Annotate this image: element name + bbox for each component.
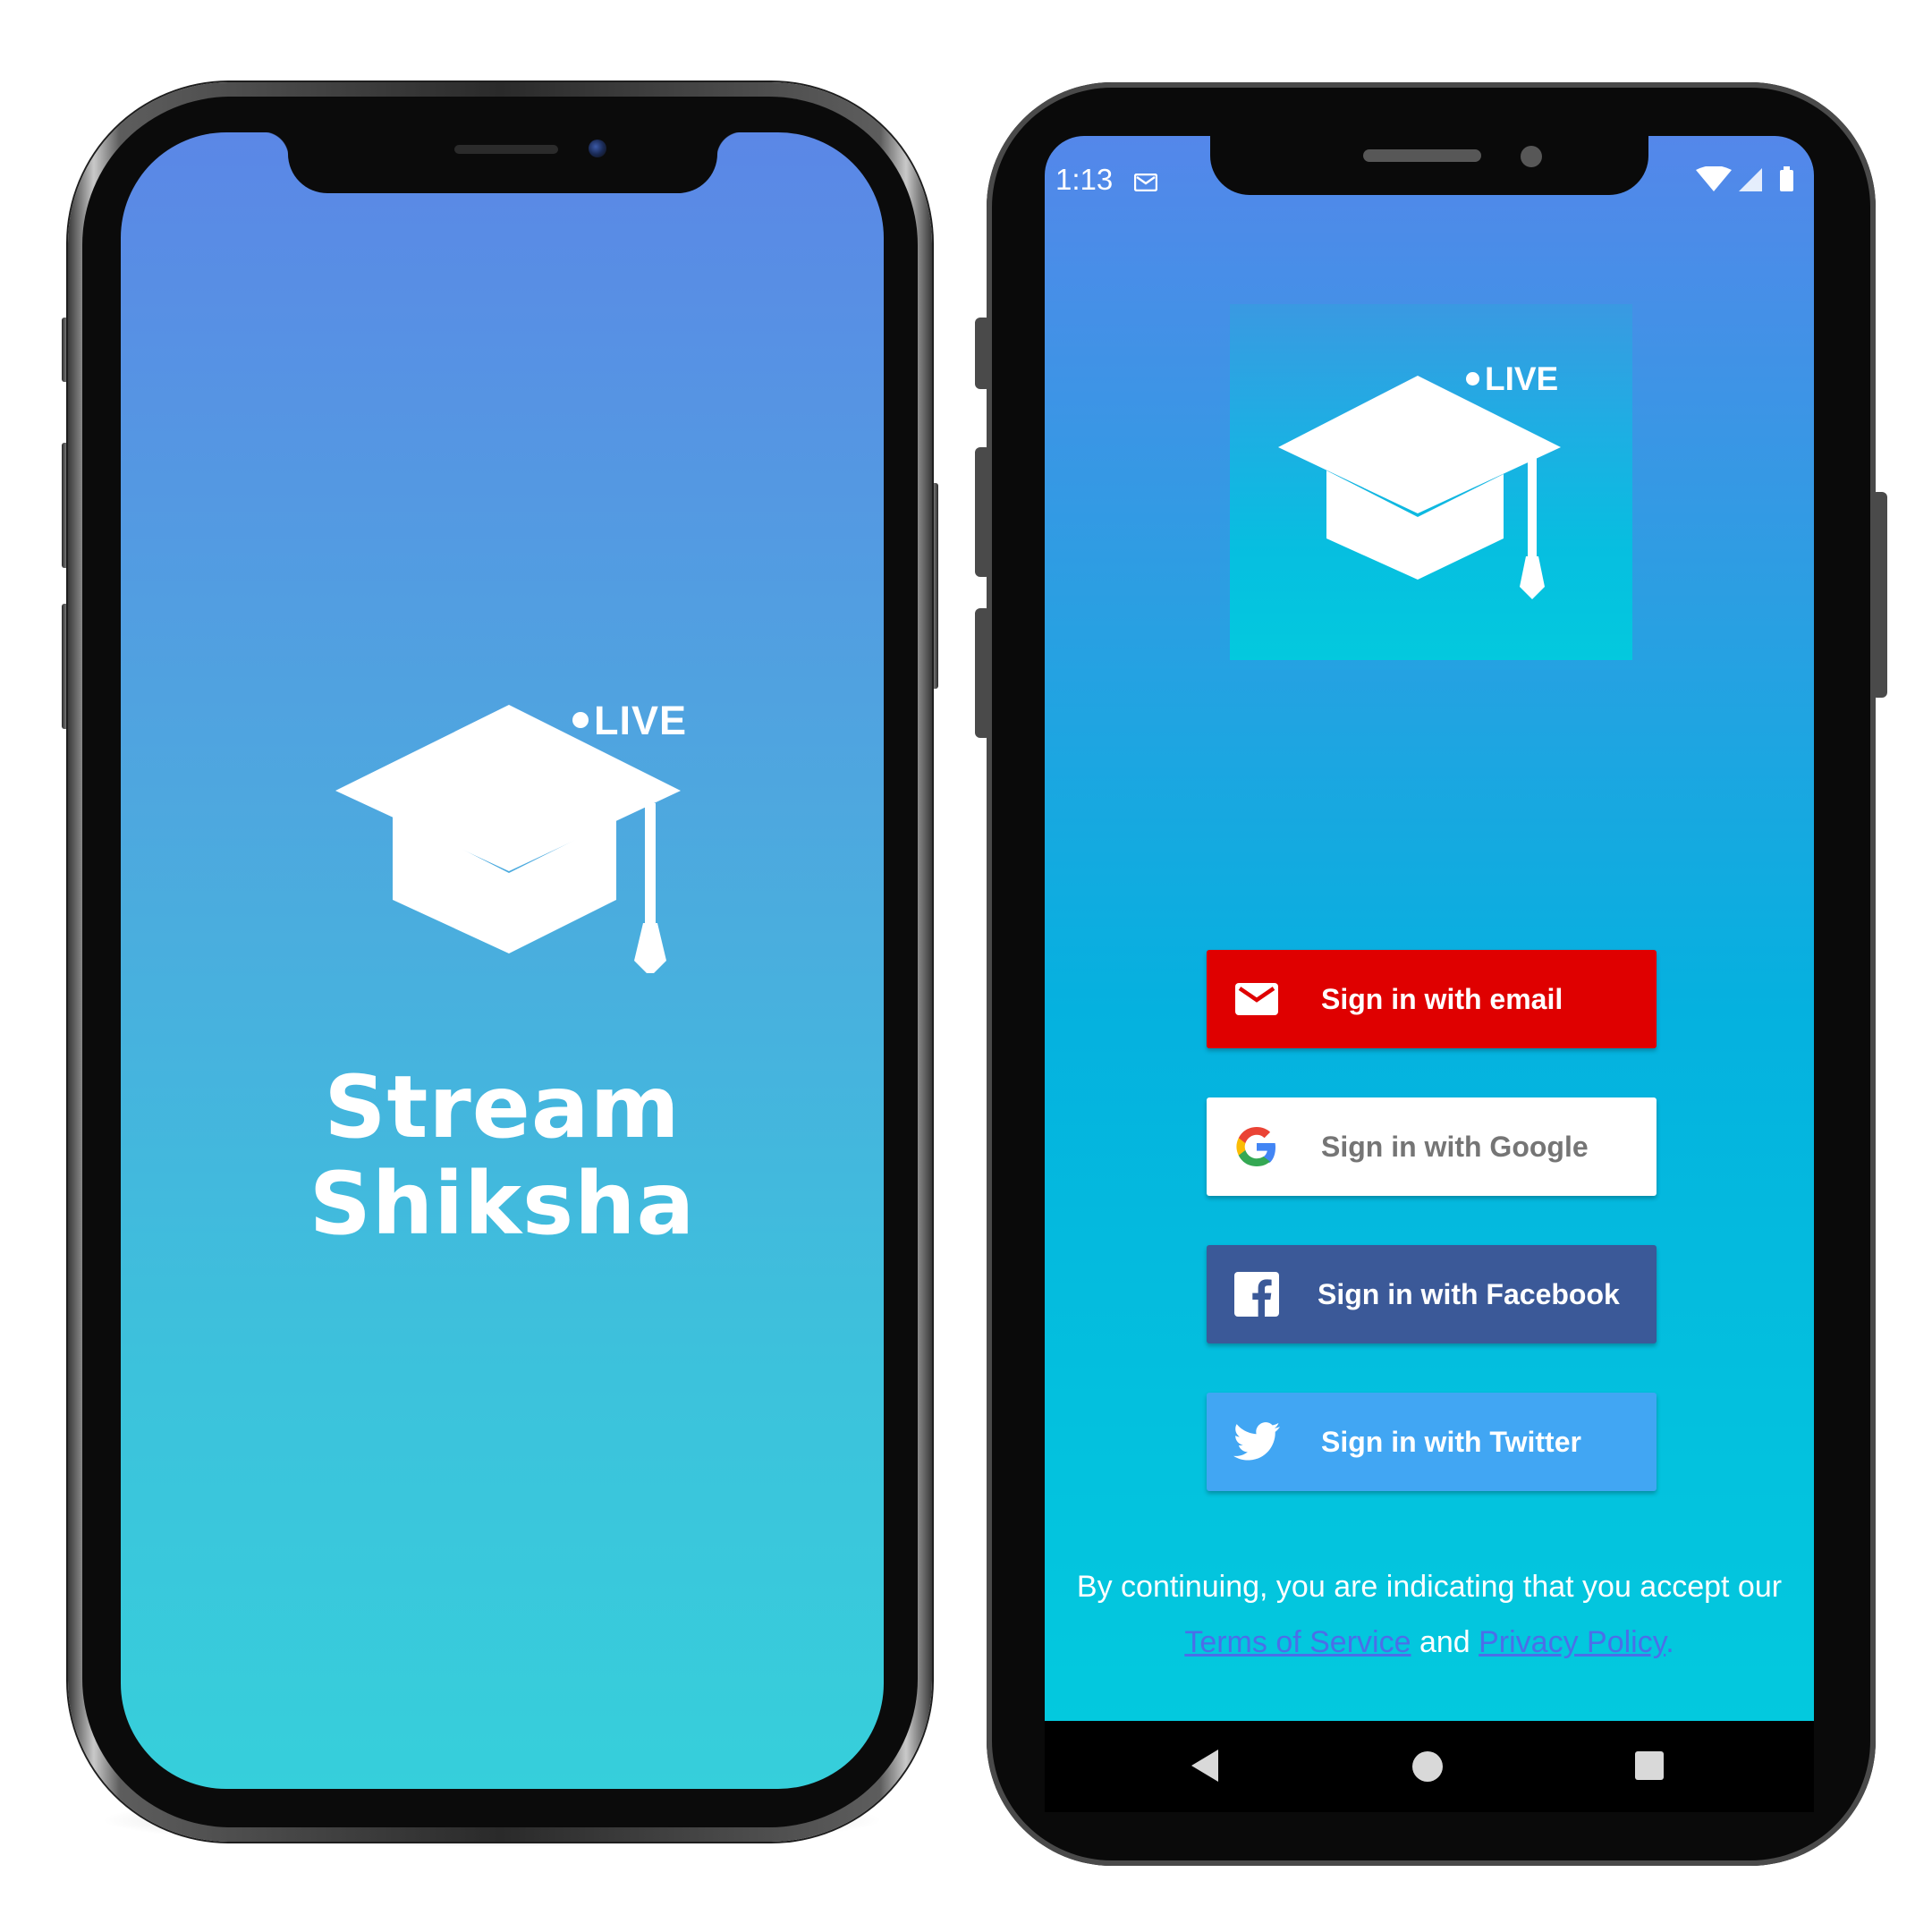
app-title-line2: Shiksha bbox=[309, 1154, 696, 1254]
app-logo: LIVE bbox=[1230, 304, 1632, 660]
android-notch bbox=[1210, 136, 1648, 195]
speaker-grille bbox=[1363, 149, 1481, 162]
mail-icon bbox=[1233, 976, 1280, 1022]
terms-notice: By continuing, you are indicating that y… bbox=[1045, 1559, 1814, 1670]
status-icons bbox=[1696, 166, 1793, 191]
graduation-cap-icon bbox=[335, 705, 681, 973]
terms-links-line: Terms of Service and Privacy Policy. bbox=[1045, 1614, 1814, 1670]
back-icon[interactable] bbox=[1191, 1750, 1218, 1782]
navigation-bar bbox=[1045, 1721, 1814, 1812]
live-dot bbox=[572, 712, 589, 729]
signin-email-label: Sign in with email bbox=[1321, 982, 1563, 1015]
recents-icon[interactable] bbox=[1635, 1751, 1664, 1780]
live-badge-label: LIVE bbox=[594, 698, 688, 743]
terms-conjunction: and bbox=[1411, 1625, 1479, 1659]
graduation-cap-icon bbox=[1278, 376, 1561, 599]
privacy-policy-link[interactable]: Privacy Policy bbox=[1479, 1625, 1665, 1659]
facebook-icon bbox=[1233, 1271, 1280, 1318]
speaker-grille bbox=[454, 145, 558, 154]
signin-google-button[interactable]: Sign in with Google bbox=[1207, 1097, 1657, 1196]
signin-email-button[interactable]: Sign in with email bbox=[1207, 950, 1657, 1048]
terms-of-service-link[interactable]: Terms of Service bbox=[1184, 1625, 1411, 1659]
live-dot bbox=[1466, 371, 1479, 386]
google-icon bbox=[1233, 1123, 1280, 1170]
app-title-line1: Stream bbox=[324, 1057, 681, 1157]
home-icon[interactable] bbox=[1412, 1751, 1443, 1782]
status-time: 1:13 bbox=[1055, 163, 1114, 196]
wifi-icon bbox=[1696, 166, 1732, 191]
mail-icon bbox=[1134, 174, 1157, 191]
live-badge: LIVE bbox=[572, 698, 687, 744]
signal-icon bbox=[1739, 168, 1762, 191]
battery-icon bbox=[1780, 170, 1793, 191]
live-badge-label: LIVE bbox=[1485, 360, 1559, 397]
signin-twitter-label: Sign in with Twitter bbox=[1321, 1425, 1581, 1458]
front-camera bbox=[1521, 146, 1542, 167]
terms-suffix: . bbox=[1665, 1625, 1674, 1659]
signin-screen: 1:13 LIVE Sign in with email Sign in wit… bbox=[1045, 136, 1814, 1721]
live-badge: LIVE bbox=[1466, 360, 1558, 398]
signin-facebook-label: Sign in with Facebook bbox=[1318, 1277, 1620, 1310]
iphone-notch bbox=[263, 132, 742, 193]
signin-google-label: Sign in with Google bbox=[1321, 1130, 1589, 1163]
signin-facebook-button[interactable]: Sign in with Facebook bbox=[1207, 1245, 1657, 1343]
stage: LIVE Stream Shiksha 1:13 LIVE Sign in wi… bbox=[0, 0, 1932, 1932]
splash-screen: LIVE Stream Shiksha bbox=[121, 132, 884, 1789]
signin-twitter-button[interactable]: Sign in with Twitter bbox=[1207, 1393, 1657, 1491]
terms-prefix: By continuing, you are indicating that y… bbox=[1076, 1570, 1783, 1604]
twitter-icon bbox=[1233, 1419, 1280, 1465]
front-camera bbox=[589, 140, 606, 157]
